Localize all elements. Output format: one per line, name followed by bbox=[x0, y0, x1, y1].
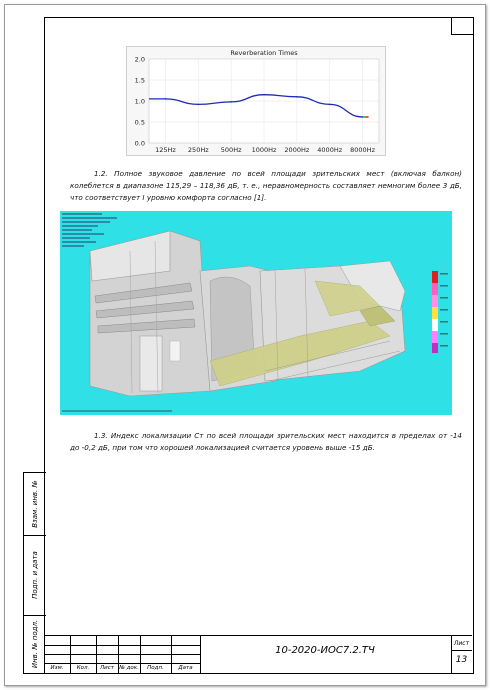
reverberation-chart: 2.0 1.5 1.0 0.5 0.0 125Hz 250Hz 500Hz 1000Hz 2000… bbox=[126, 46, 386, 156]
side-label-inv-zam: Взам. инв. № bbox=[31, 480, 39, 528]
y-tick-label: 0.5 bbox=[135, 119, 145, 127]
paragraph-1-3: 1.3. Индекс локализации Cт по всей площа… bbox=[70, 430, 462, 454]
sheet-label: Лист bbox=[453, 640, 470, 647]
col-kol: Кол. bbox=[76, 665, 90, 671]
x-tick-label: 125Hz bbox=[155, 146, 176, 154]
col-n-dok: № док. bbox=[119, 665, 139, 671]
col-izm: Изм. bbox=[50, 665, 64, 671]
corner-box bbox=[451, 17, 473, 35]
x-tick-label: 250Hz bbox=[188, 146, 209, 154]
col-podp: Подп. bbox=[147, 665, 164, 671]
y-tick-label: 2.0 bbox=[135, 56, 145, 64]
color-scale-legend bbox=[432, 271, 448, 353]
side-label-podp-data: Подп. и дата bbox=[31, 551, 39, 599]
col-data: Дата bbox=[178, 665, 193, 671]
chart-title: Reverberation Times bbox=[230, 49, 298, 57]
x-tick-label: 500Hz bbox=[221, 146, 242, 154]
data-point bbox=[328, 103, 331, 106]
y-tick-label: 1.0 bbox=[135, 98, 145, 106]
hall-3d-model-image bbox=[60, 211, 452, 415]
side-label-inv-podl: Инв. № подл. bbox=[31, 619, 40, 669]
col-list: Лист bbox=[100, 665, 114, 671]
x-tick-label: 2000Hz bbox=[284, 146, 309, 154]
y-tick-label: 0.0 bbox=[135, 140, 145, 148]
x-tick-label: 1000Hz bbox=[252, 146, 277, 154]
data-point bbox=[263, 93, 265, 96]
document-code: 10-2020-ИОС7.2.ТЧ bbox=[275, 645, 375, 656]
paragraph-1-2: 1.2. Полное звуковое давление по всей пл… bbox=[70, 168, 462, 204]
paragraph-1-2-text: 1.2. Полное звуковое давление по всей пл… bbox=[70, 169, 462, 202]
data-point bbox=[230, 101, 232, 103]
x-tick-label: 4000Hz bbox=[317, 146, 342, 154]
data-point bbox=[197, 103, 200, 106]
side-stamp-strip: Взам. инв. № Подп. и дата Инв. № подл. bbox=[23, 472, 46, 674]
paragraph-1-3-text: 1.3. Индекс локализации Cт по всей площа… bbox=[70, 431, 462, 452]
hall-3d-model-svg bbox=[62, 213, 448, 412]
x-tick-label: 8000Hz bbox=[350, 146, 375, 154]
data-point bbox=[296, 96, 298, 98]
reverberation-chart-svg: 2.0 1.5 1.0 0.5 0.0 125Hz 250Hz 500Hz 1000Hz 2000… bbox=[135, 49, 380, 154]
sheet-number: 13 bbox=[455, 655, 468, 665]
data-point bbox=[164, 98, 167, 100]
y-tick-label: 1.5 bbox=[135, 77, 145, 85]
